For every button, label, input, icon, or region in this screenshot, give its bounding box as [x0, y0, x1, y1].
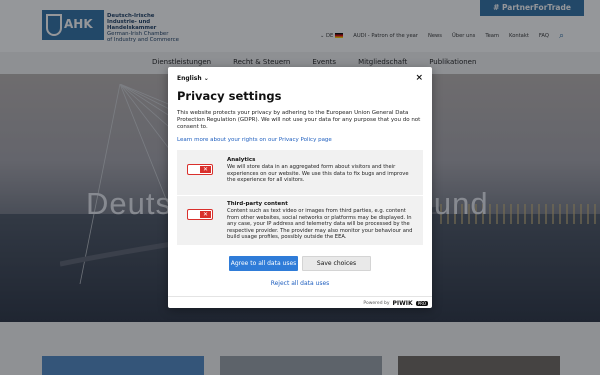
- third-party-description: Content such as text video or images fro…: [227, 208, 413, 240]
- powered-by-label: Powered by: [363, 301, 390, 306]
- powered-by: Powered by PIWIK PRO: [363, 300, 428, 307]
- modal-intro: This website protects your privacy by ad…: [177, 110, 421, 130]
- language-select[interactable]: English ⌄: [177, 75, 209, 82]
- modal-footer: Powered by PIWIK PRO: [168, 296, 432, 308]
- language-select-label: English: [177, 75, 202, 82]
- consent-section-analytics: ✕ Analytics We will store data in an agg…: [177, 150, 423, 195]
- analytics-heading: Analytics: [227, 157, 256, 163]
- save-choices-button[interactable]: Save choices: [302, 256, 371, 271]
- pro-badge: PRO: [415, 301, 428, 306]
- privacy-modal: English ⌄ × Privacy settings This websit…: [168, 67, 432, 308]
- chevron-down-icon: ⌄: [203, 75, 209, 82]
- reject-all-link[interactable]: Reject all data uses: [168, 280, 432, 287]
- close-icon[interactable]: ×: [415, 73, 423, 83]
- piwik-logo[interactable]: PIWIK: [393, 300, 413, 307]
- analytics-toggle[interactable]: ✕: [187, 164, 213, 175]
- consent-section-third-party: ✕ Third-party content Content such as te…: [177, 196, 423, 245]
- third-party-heading: Third-party content: [227, 201, 288, 207]
- toggle-off-icon: ✕: [200, 211, 211, 218]
- toggle-off-icon: ✕: [200, 166, 211, 173]
- modal-title: Privacy settings: [177, 89, 282, 103]
- agree-all-button[interactable]: Agree to all data uses: [229, 256, 298, 271]
- privacy-policy-link[interactable]: Learn more about your rights on our Priv…: [177, 137, 332, 143]
- analytics-description: We will store data in an aggregated form…: [227, 164, 409, 183]
- third-party-toggle[interactable]: ✕: [187, 209, 213, 220]
